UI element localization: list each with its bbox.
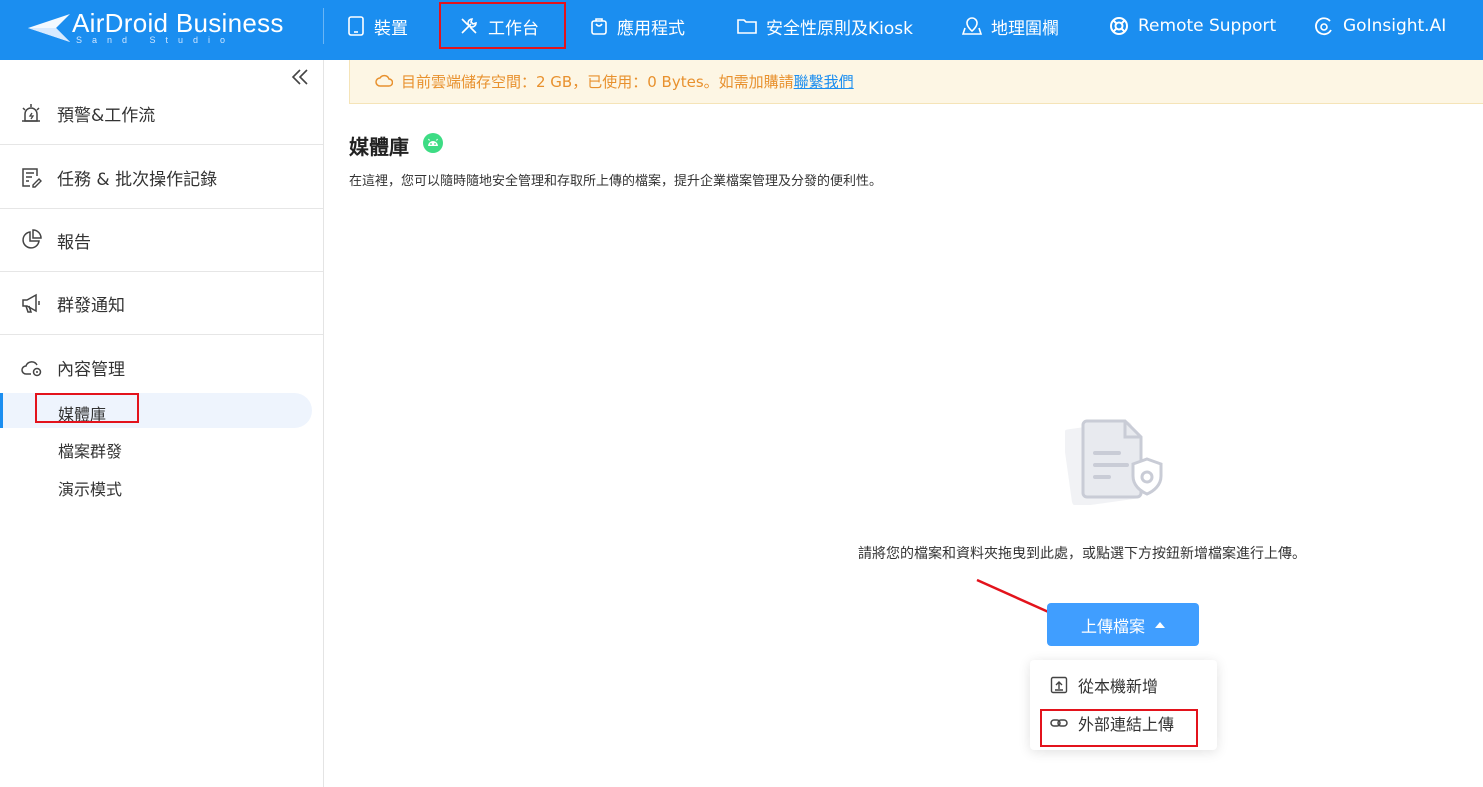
sidebar-item-content-management[interactable]: 內容管理 (0, 336, 323, 399)
menu-item-add-from-local[interactable]: 從本機新增 (1050, 672, 1158, 698)
nav-highlight-box (439, 2, 566, 49)
sidebar-item-label: 內容管理 (57, 360, 125, 380)
sidebar-highlight-box (35, 393, 139, 423)
sidebar-item-label: 預警&工作流 (57, 105, 156, 126)
folder-icon (737, 19, 757, 34)
sidebar-item-reports[interactable]: 報告 (0, 209, 323, 272)
menu-highlight-box (1040, 709, 1198, 747)
brand-subtitle: Sand Studio (76, 35, 236, 45)
top-navigation-bar: AirDroid Business Sand Studio 裝置 工作台 應用程… (0, 0, 1483, 60)
cloud-gear-icon (21, 360, 42, 376)
nav-item-label: GoInsight.AI (1343, 16, 1447, 36)
shopping-bag-icon (591, 18, 607, 35)
sidebar-item-label: 報告 (57, 232, 91, 253)
nav-item-label: 安全性原則及Kiosk (766, 18, 913, 39)
storage-banner-text: 目前雲端儲存空間：2 GB，已使用：0 Bytes。如需加購請 (401, 73, 794, 91)
nav-item-label: 應用程式 (617, 18, 685, 39)
sidebar-item-broadcast[interactable]: 群發通知 (0, 272, 323, 335)
pie-chart-icon (22, 229, 42, 249)
nav-item-geofence[interactable]: 地理圍欄 (962, 0, 1059, 52)
nav-item-remote-support[interactable]: Remote Support (1109, 0, 1276, 52)
nav-item-policy-kiosk[interactable]: 安全性原則及Kiosk (737, 0, 913, 52)
sidebar-item-alerts-workflow[interactable]: 預警&工作流 (0, 82, 323, 145)
storage-banner: 目前雲端儲存空間：2 GB，已使用：0 Bytes。如需加購請 聯繫我們 (349, 60, 1483, 104)
nav-item-label: Remote Support (1138, 16, 1277, 36)
sidebar: 預警&工作流 任務 & 批次操作記錄 報告 群發通知 內容管理 媒體庫 檔案群發… (0, 60, 324, 787)
nav-item-goinsight[interactable]: GoInsight.AI (1314, 0, 1446, 52)
sidebar-subitem-file-distribution[interactable]: 檔案群發 (58, 438, 122, 462)
sidebar-subitem-demo-mode[interactable]: 演示模式 (58, 476, 122, 500)
empty-state-text: 請將您的檔案和資料夾拖曳到此處，或點選下方按鈕新增檔案進行上傳。 (858, 546, 1306, 562)
sidebar-item-label: 群發通知 (57, 295, 125, 316)
goinsight-icon (1315, 17, 1332, 36)
tablet-icon (348, 16, 364, 36)
android-icon (423, 133, 443, 153)
upload-file-button[interactable]: 上傳檔案 (1047, 603, 1199, 646)
empty-file-shield-icon (1065, 419, 1163, 505)
nav-divider (323, 8, 324, 44)
cloud-icon (375, 74, 393, 87)
caret-up-icon (1155, 621, 1165, 628)
page-description: 在這裡，您可以隨時隨地安全管理和存取所上傳的檔案，提升企業檔案管理及分發的便利性… (349, 174, 883, 189)
nav-item-label: 裝置 (374, 18, 408, 39)
airdroid-wing-icon (28, 14, 70, 42)
sidebar-item-tasks-batch-log[interactable]: 任務 & 批次操作記錄 (0, 146, 323, 209)
lifebuoy-icon (1110, 17, 1128, 35)
task-list-icon (22, 168, 42, 188)
contact-us-link[interactable]: 聯繫我們 (794, 71, 854, 92)
map-pin-icon (962, 17, 982, 35)
megaphone-icon (22, 293, 40, 313)
sidebar-item-label: 任務 & 批次操作記錄 (57, 169, 218, 190)
brand-logo[interactable]: AirDroid Business Sand Studio (22, 8, 302, 52)
menu-item-label: 從本機新增 (1078, 677, 1159, 696)
nav-item-devices[interactable]: 裝置 (347, 0, 408, 52)
nav-item-apps[interactable]: 應用程式 (590, 0, 685, 52)
page-title: 媒體庫 (349, 135, 409, 159)
nav-item-label: 地理圍欄 (991, 18, 1059, 39)
upload-icon (1050, 676, 1068, 694)
upload-file-button-label: 上傳檔案 (1080, 616, 1145, 636)
alarm-light-icon (22, 104, 40, 122)
